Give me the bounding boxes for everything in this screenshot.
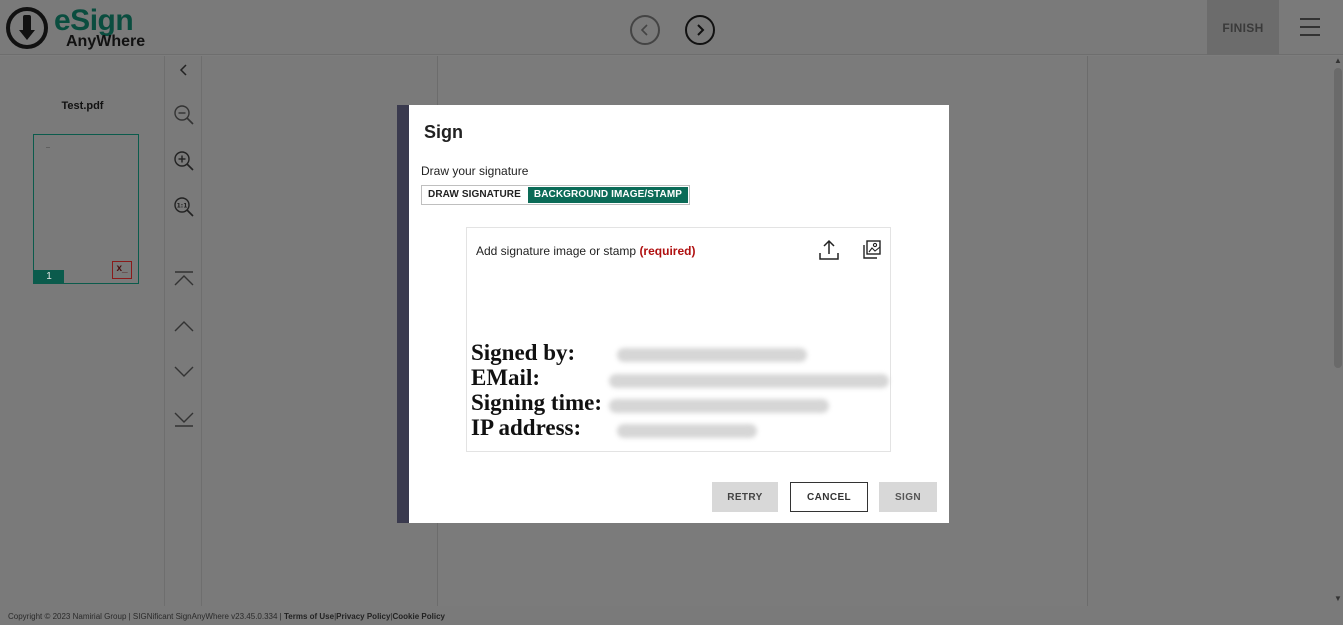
stamp-prompt: Add signature image or stamp (required) bbox=[476, 244, 696, 258]
previous-page-icon[interactable] bbox=[165, 318, 202, 334]
signature-field-icon[interactable]: x_ bbox=[112, 261, 132, 279]
signature-stamp-image: Signed by: EMail: Signing time: IP addre… bbox=[469, 334, 890, 449]
logo-subtitle: AnyWhere bbox=[66, 33, 146, 50]
vertical-scrollbar[interactable]: ▲ ▼ bbox=[1333, 56, 1343, 606]
stamp-email-label: EMail: bbox=[471, 365, 540, 390]
signature-mode-tabs: DRAW SIGNATURE BACKGROUND IMAGE/STAMP bbox=[421, 185, 691, 205]
retry-button[interactable]: RETRY bbox=[712, 482, 778, 512]
logo-pen-icon bbox=[6, 7, 48, 49]
viewer-toolbar: 1:1 bbox=[165, 56, 202, 606]
privacy-policy-link[interactable]: Privacy Policy bbox=[336, 612, 390, 621]
upload-icon[interactable] bbox=[818, 238, 840, 262]
thumbnail-panel: Test.pdf 1 x_ bbox=[0, 56, 165, 606]
blurred-ip-address bbox=[617, 424, 757, 438]
zoom-actual-size-icon[interactable]: 1:1 bbox=[165, 196, 202, 218]
tab-draw-signature[interactable]: DRAW SIGNATURE bbox=[422, 186, 527, 204]
dialog-accent-bar bbox=[397, 105, 409, 523]
footer: Copyright © 2023 Namirial Group | SIGNif… bbox=[0, 606, 1343, 625]
dialog-title: Sign bbox=[424, 122, 463, 142]
svg-text:1:1: 1:1 bbox=[176, 203, 187, 210]
stamp-area: Add signature image or stamp (required) … bbox=[466, 227, 891, 452]
stamp-signing-time-label: Signing time: bbox=[471, 390, 602, 415]
cookie-policy-link[interactable]: Cookie Policy bbox=[393, 612, 445, 621]
previous-field-button[interactable] bbox=[630, 15, 660, 45]
zoom-out-icon[interactable] bbox=[165, 104, 202, 126]
logo-title: eSign bbox=[54, 4, 134, 37]
tab-background-image-stamp[interactable]: BACKGROUND IMAGE/STAMP bbox=[527, 187, 689, 203]
next-page-icon[interactable] bbox=[165, 364, 202, 380]
image-gallery-icon[interactable] bbox=[862, 239, 882, 261]
zoom-in-icon[interactable] bbox=[165, 150, 202, 172]
dialog-subtitle: Draw your signature bbox=[421, 164, 529, 178]
first-page-icon[interactable] bbox=[165, 270, 202, 288]
document-name: Test.pdf bbox=[61, 100, 104, 112]
hamburger-menu-icon[interactable] bbox=[1290, 18, 1330, 40]
esign-anywhere-logo: eSign AnyWhere bbox=[6, 4, 145, 52]
sign-dialog: Sign Draw your signature DRAW SIGNATURE … bbox=[409, 105, 949, 523]
chevron-left-circle-icon bbox=[640, 24, 648, 36]
cancel-button[interactable]: CANCEL bbox=[790, 482, 868, 512]
stamp-ip-address-label: IP address: bbox=[471, 415, 582, 440]
next-field-button[interactable] bbox=[685, 15, 715, 45]
blurred-signing-time bbox=[609, 399, 829, 413]
terms-of-use-link[interactable]: Terms of Use bbox=[284, 612, 334, 621]
scrollbar-thumb[interactable] bbox=[1334, 68, 1342, 368]
finish-button[interactable]: FINISH bbox=[1207, 0, 1279, 55]
blurred-email bbox=[609, 374, 889, 388]
page-number-badge: 1 bbox=[34, 270, 64, 283]
page-thumbnail[interactable]: 1 x_ bbox=[33, 134, 139, 284]
app-header: eSign AnyWhere FINISH bbox=[0, 0, 1343, 55]
last-page-icon[interactable] bbox=[165, 410, 202, 428]
collapse-panel-icon[interactable] bbox=[165, 62, 202, 78]
required-marker: (required) bbox=[639, 244, 696, 258]
chevron-right-circle-icon bbox=[697, 24, 705, 36]
copyright-text: Copyright © 2023 Namirial Group | SIGNif… bbox=[8, 612, 282, 621]
sign-button[interactable]: SIGN bbox=[879, 482, 937, 512]
blurred-name bbox=[617, 348, 807, 362]
stamp-signed-by-label: Signed by: bbox=[471, 340, 576, 365]
